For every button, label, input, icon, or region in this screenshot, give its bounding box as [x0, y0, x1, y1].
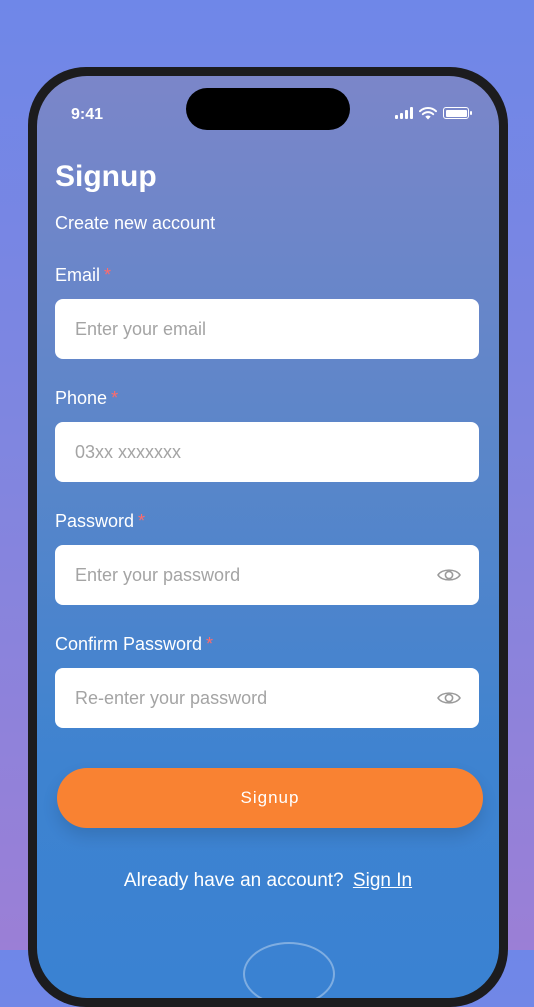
- wifi-icon: [419, 107, 437, 120]
- signup-button[interactable]: Signup: [57, 768, 483, 828]
- required-marker: *: [111, 388, 119, 408]
- eye-icon[interactable]: [437, 690, 461, 706]
- eye-icon[interactable]: [437, 567, 461, 583]
- required-marker: *: [138, 511, 146, 531]
- email-label-text: Email: [55, 265, 101, 285]
- app-screen: 9:41 Signup Create new account Email* Ph…: [37, 76, 499, 998]
- page-subtitle: Create new account: [55, 213, 216, 233]
- email-field[interactable]: [73, 317, 461, 341]
- confirm-password-label: Confirm Password *: [55, 634, 213, 655]
- required-marker: *: [104, 265, 112, 285]
- status-time: 9:41: [71, 106, 104, 123]
- confirm-password-label-text: Confirm Password: [55, 634, 203, 654]
- email-field-box[interactable]: [55, 299, 479, 359]
- phone-field-box[interactable]: [55, 422, 479, 482]
- phone-label: Phone *: [55, 388, 118, 409]
- password-label-text: Password: [55, 511, 135, 531]
- password-field-box[interactable]: [55, 545, 479, 605]
- battery-icon: [443, 107, 472, 119]
- sign-in-link[interactable]: Sign In: [353, 870, 412, 891]
- dynamic-island: [186, 88, 350, 130]
- phone-label-text: Phone: [55, 388, 108, 408]
- password-label: Password *: [55, 511, 145, 532]
- phone-frame: 9:41 Signup Create new account Email* Ph…: [28, 67, 508, 1007]
- status-icons: [395, 106, 472, 120]
- email-label: Email *: [55, 265, 111, 286]
- required-marker: *: [206, 634, 214, 654]
- phone-field[interactable]: [73, 440, 461, 464]
- confirm-password-field[interactable]: [73, 686, 437, 710]
- signin-prompt-text: Already have an account?: [123, 870, 344, 891]
- signin-prompt: Already have an account? Sign In: [37, 870, 499, 892]
- confirm-password-field-box[interactable]: [55, 668, 479, 728]
- page-title: Signup: [55, 160, 157, 193]
- password-field[interactable]: [73, 563, 437, 587]
- bottom-decoration: [243, 942, 335, 998]
- signal-icon: [395, 107, 413, 119]
